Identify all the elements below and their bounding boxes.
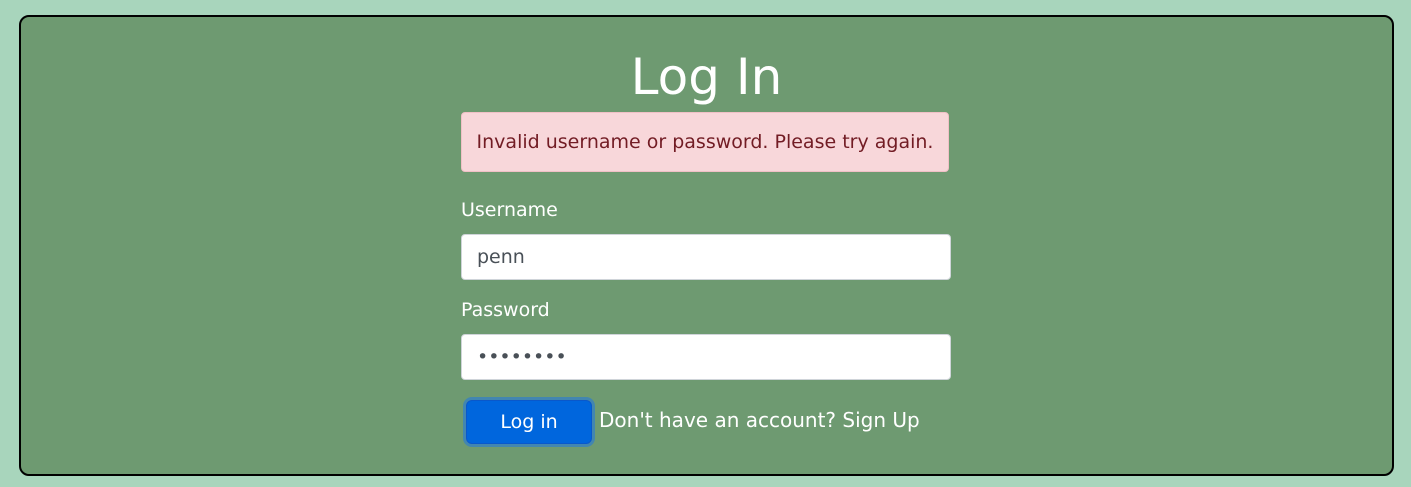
error-alert: Invalid username or password. Please try… bbox=[461, 112, 949, 172]
login-button[interactable]: Log in bbox=[466, 400, 592, 444]
login-card: Log In Invalid username or password. Ple… bbox=[19, 15, 1394, 476]
signup-row: Don't have an account? Sign Up bbox=[599, 408, 920, 432]
signup-link[interactable]: Sign Up bbox=[842, 408, 919, 432]
username-label: Username bbox=[461, 199, 558, 221]
username-input[interactable] bbox=[461, 234, 951, 280]
password-label: Password bbox=[461, 299, 550, 321]
signup-prompt: Don't have an account? bbox=[599, 408, 843, 432]
password-input[interactable] bbox=[461, 334, 951, 380]
page-title: Log In bbox=[630, 48, 783, 106]
error-alert-message: Invalid username or password. Please try… bbox=[476, 131, 934, 153]
